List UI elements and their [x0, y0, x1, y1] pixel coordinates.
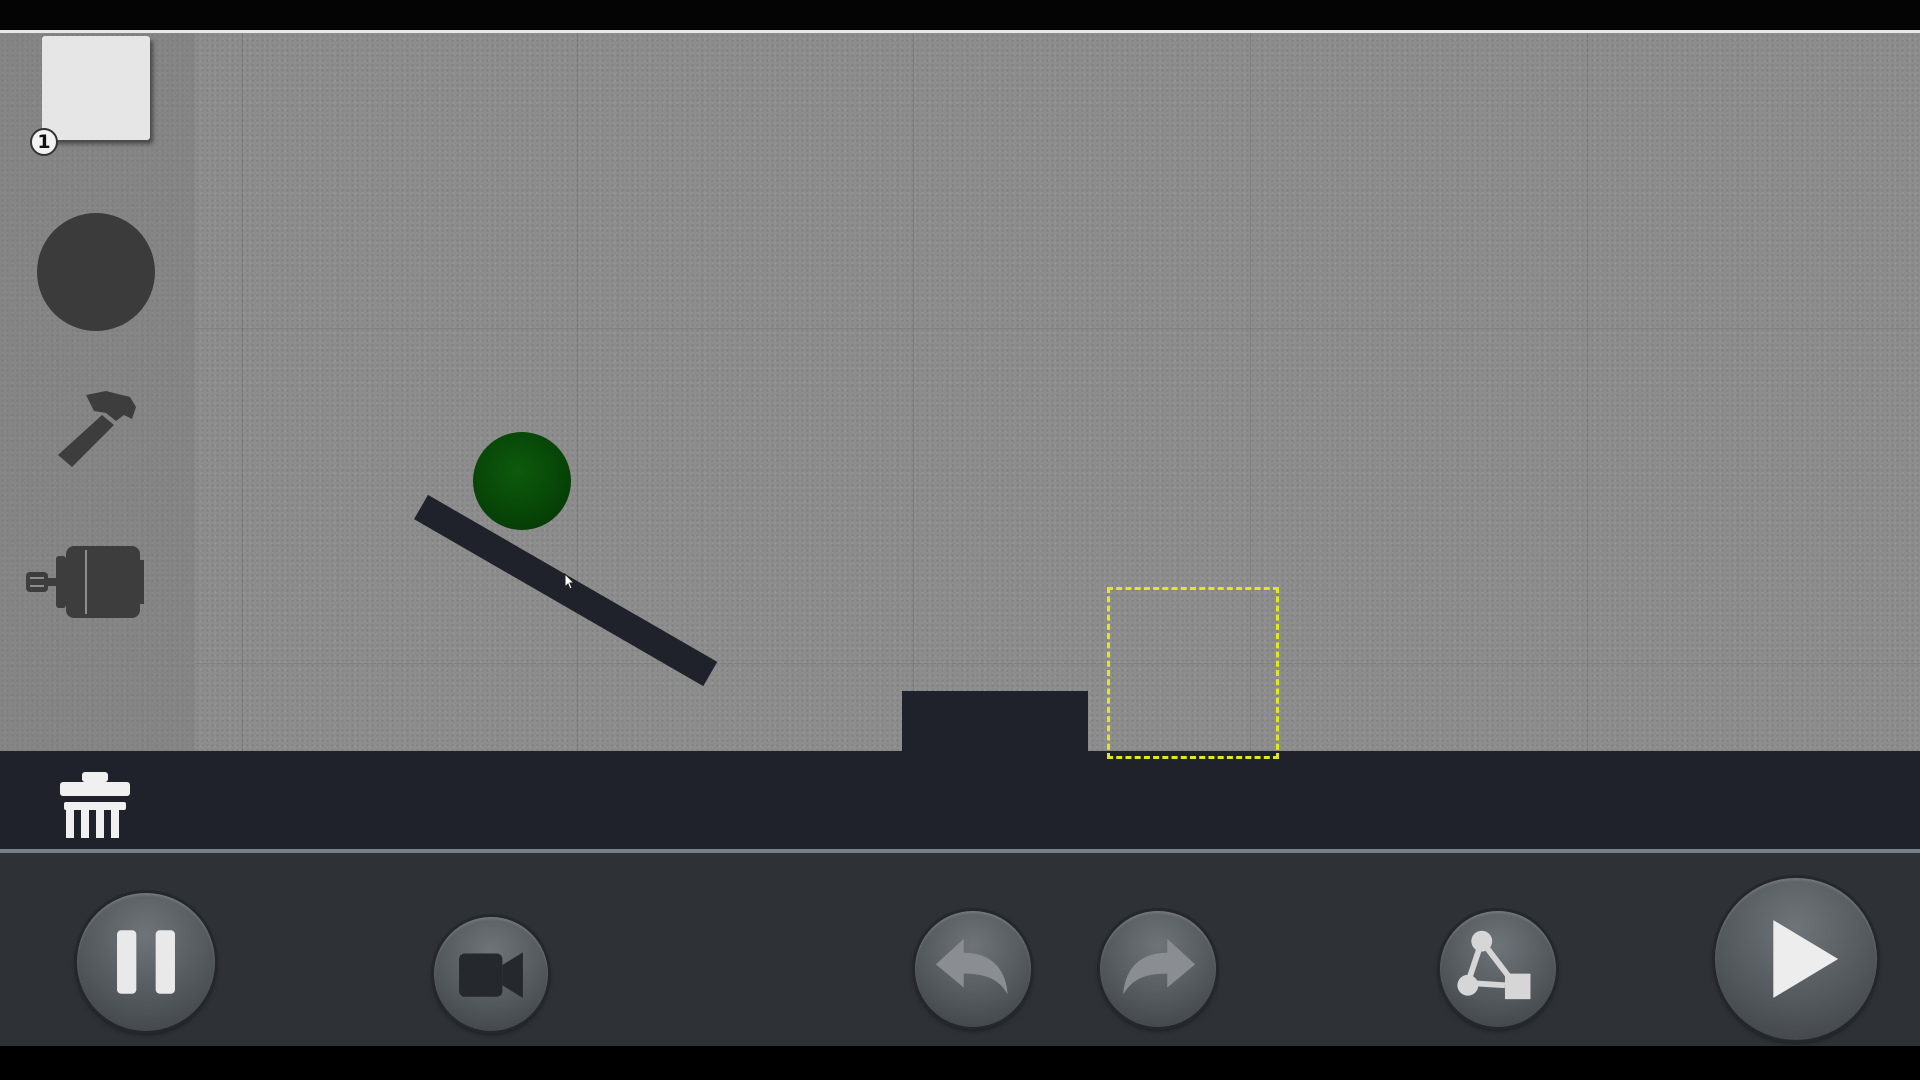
play-button[interactable]: [1715, 878, 1877, 1040]
green-ball[interactable]: [473, 432, 571, 530]
grid-line: [913, 33, 914, 753]
box-tool[interactable]: [42, 36, 150, 140]
trash-button[interactable]: [56, 770, 134, 840]
target-zone: [1107, 587, 1279, 759]
grid-line: [242, 33, 243, 753]
hammer-tool[interactable]: [50, 385, 146, 471]
redo-icon: [1123, 938, 1196, 995]
pause-button[interactable]: [77, 893, 215, 1031]
grid-line: [1587, 33, 1588, 753]
circle-tool[interactable]: [37, 213, 155, 331]
grid-line: [195, 328, 1920, 329]
grid-line: [195, 663, 1920, 664]
floor-block[interactable]: [902, 691, 1088, 763]
bottom-bar: [0, 1046, 1920, 1080]
box-count-badge: 1: [30, 128, 58, 156]
redo-button[interactable]: [1100, 911, 1216, 1027]
motor-icon: [26, 546, 144, 618]
motor-tool[interactable]: [22, 540, 148, 624]
undo-icon: [935, 938, 1008, 995]
trash-icon: [60, 772, 130, 838]
game-screen: 1: [0, 0, 1920, 1080]
joint-icon: [1457, 930, 1531, 1000]
joint-button[interactable]: [1440, 911, 1556, 1027]
grid-line: [577, 33, 578, 753]
ground: [0, 751, 1920, 853]
top-bar: [0, 0, 1920, 30]
undo-button[interactable]: [915, 911, 1031, 1027]
camera-icon: [459, 952, 523, 998]
pause-icon: [117, 930, 175, 994]
hammer-icon: [58, 391, 136, 467]
play-area[interactable]: [0, 33, 1920, 753]
play-icon: [1773, 920, 1839, 998]
mouse-cursor-icon: [564, 572, 576, 591]
camera-button[interactable]: [434, 917, 548, 1031]
